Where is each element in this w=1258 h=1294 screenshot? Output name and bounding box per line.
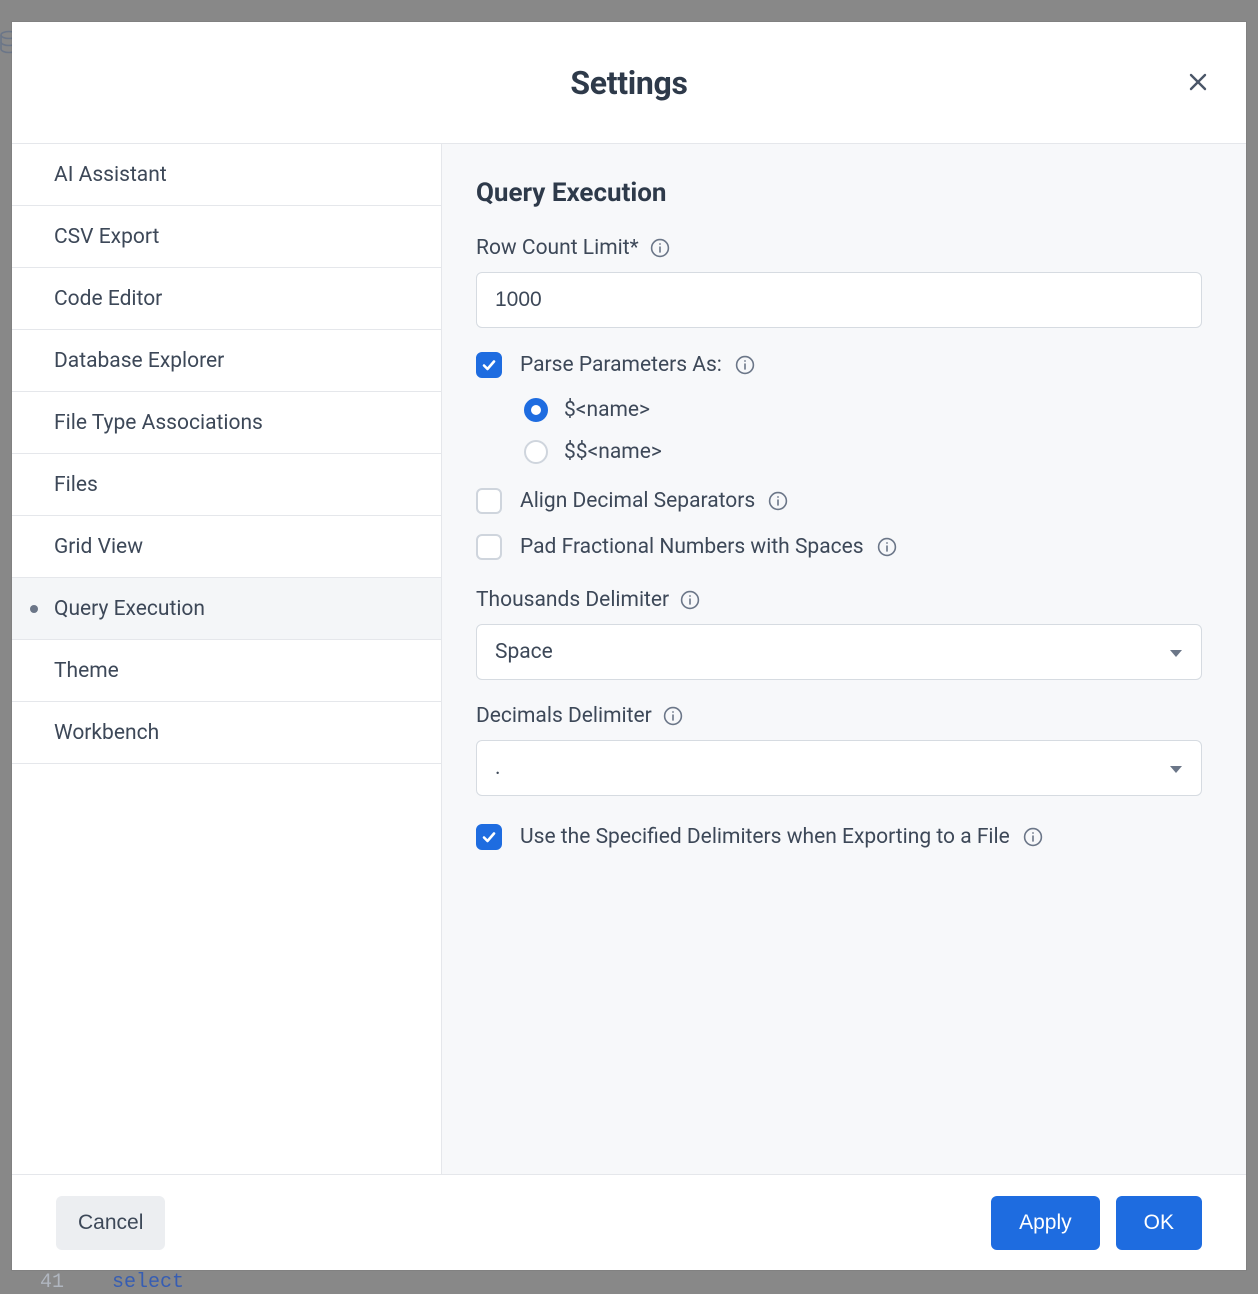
pad-fractional-row: Pad Fractional Numbers with Spaces xyxy=(476,534,1202,560)
sidebar-item-label: Files xyxy=(54,473,98,497)
align-decimal-row: Align Decimal Separators xyxy=(476,488,1202,514)
decimals-label: Decimals Delimiter xyxy=(476,704,1202,728)
align-decimal-checkbox[interactable] xyxy=(476,488,502,514)
use-delimiters-export-row: Use the Specified Delimiters when Export… xyxy=(476,824,1202,850)
sidebar-item-files[interactable]: Files xyxy=(12,454,441,516)
sidebar-item-code-editor[interactable]: Code Editor xyxy=(12,268,441,330)
radio-option-double-dollar: $$<name> xyxy=(524,440,1202,464)
info-icon[interactable] xyxy=(679,589,701,611)
info-icon[interactable] xyxy=(734,354,756,376)
info-icon[interactable] xyxy=(1022,826,1044,848)
sidebar-item-ai-assistant[interactable]: AI Assistant xyxy=(12,144,441,206)
sidebar-item-label: CSV Export xyxy=(54,225,159,249)
pad-fractional-checkbox[interactable] xyxy=(476,534,502,560)
radio-option-single-dollar: $<name> xyxy=(524,398,1202,422)
modal-title: Settings xyxy=(570,64,687,102)
info-icon[interactable] xyxy=(767,490,789,512)
settings-content: Query Execution Row Count Limit* Parse P… xyxy=(442,144,1246,1174)
settings-modal: Settings AI Assistant CSV Export Code Ed… xyxy=(12,22,1246,1270)
info-icon[interactable] xyxy=(876,536,898,558)
decimals-field: Decimals Delimiter . xyxy=(476,704,1202,796)
section-title: Query Execution xyxy=(476,178,1202,208)
radio-double-dollar[interactable] xyxy=(524,440,548,464)
cancel-button[interactable]: Cancel xyxy=(56,1196,165,1250)
info-icon[interactable] xyxy=(662,705,684,727)
chevron-down-icon xyxy=(1169,756,1183,780)
sidebar-item-label: Theme xyxy=(54,659,119,683)
row-count-field: Row Count Limit* xyxy=(476,236,1202,328)
sidebar-item-label: Query Execution xyxy=(54,597,205,621)
sidebar-item-query-execution[interactable]: Query Execution xyxy=(12,578,441,640)
check-icon xyxy=(481,829,497,845)
select-value: . xyxy=(495,756,501,780)
parse-params-checkbox[interactable] xyxy=(476,352,502,378)
parse-params-label: Parse Parameters As: xyxy=(520,353,756,377)
sidebar-item-label: Code Editor xyxy=(54,287,162,311)
align-decimal-label: Align Decimal Separators xyxy=(520,489,789,513)
background-code-snippet: 41 select xyxy=(40,1271,184,1294)
pad-fractional-label: Pad Fractional Numbers with Spaces xyxy=(520,535,898,559)
sidebar-item-label: Database Explorer xyxy=(54,349,224,373)
sidebar-item-grid-view[interactable]: Grid View xyxy=(12,516,441,578)
select-value: Space xyxy=(495,640,553,664)
decimals-select[interactable]: . xyxy=(476,740,1202,796)
sidebar-item-csv-export[interactable]: CSV Export xyxy=(12,206,441,268)
parse-params-row: Parse Parameters As: xyxy=(476,352,1202,378)
sidebar-item-theme[interactable]: Theme xyxy=(12,640,441,702)
sidebar-item-database-explorer[interactable]: Database Explorer xyxy=(12,330,441,392)
radio-label: $$<name> xyxy=(564,440,662,464)
thousands-select[interactable]: Space xyxy=(476,624,1202,680)
settings-sidebar: AI Assistant CSV Export Code Editor Data… xyxy=(12,144,442,1174)
thousands-label: Thousands Delimiter xyxy=(476,588,1202,612)
sidebar-item-file-type-associations[interactable]: File Type Associations xyxy=(12,392,441,454)
sidebar-item-label: AI Assistant xyxy=(54,163,167,187)
ok-button[interactable]: OK xyxy=(1116,1196,1202,1250)
use-delimiters-export-label: Use the Specified Delimiters when Export… xyxy=(520,825,1044,849)
modal-body: AI Assistant CSV Export Code Editor Data… xyxy=(12,144,1246,1174)
check-icon xyxy=(481,357,497,373)
info-icon[interactable] xyxy=(649,237,671,259)
sidebar-item-label: File Type Associations xyxy=(54,411,263,435)
modal-header: Settings xyxy=(12,22,1246,144)
sidebar-item-label: Grid View xyxy=(54,535,143,559)
chevron-down-icon xyxy=(1169,640,1183,664)
radio-single-dollar[interactable] xyxy=(524,398,548,422)
close-button[interactable] xyxy=(1182,66,1214,98)
sidebar-item-label: Workbench xyxy=(54,721,159,745)
close-icon xyxy=(1186,70,1210,94)
row-count-input[interactable] xyxy=(476,272,1202,328)
sidebar-item-workbench[interactable]: Workbench xyxy=(12,702,441,764)
radio-label: $<name> xyxy=(564,398,650,422)
row-count-label: Row Count Limit* xyxy=(476,236,1202,260)
use-delimiters-export-checkbox[interactable] xyxy=(476,824,502,850)
modal-footer: Cancel Apply OK xyxy=(12,1174,1246,1270)
footer-actions: Apply OK xyxy=(991,1196,1202,1250)
apply-button[interactable]: Apply xyxy=(991,1196,1100,1250)
parse-params-radio-group: $<name> $$<name> xyxy=(524,398,1202,464)
thousands-field: Thousands Delimiter Space xyxy=(476,588,1202,680)
